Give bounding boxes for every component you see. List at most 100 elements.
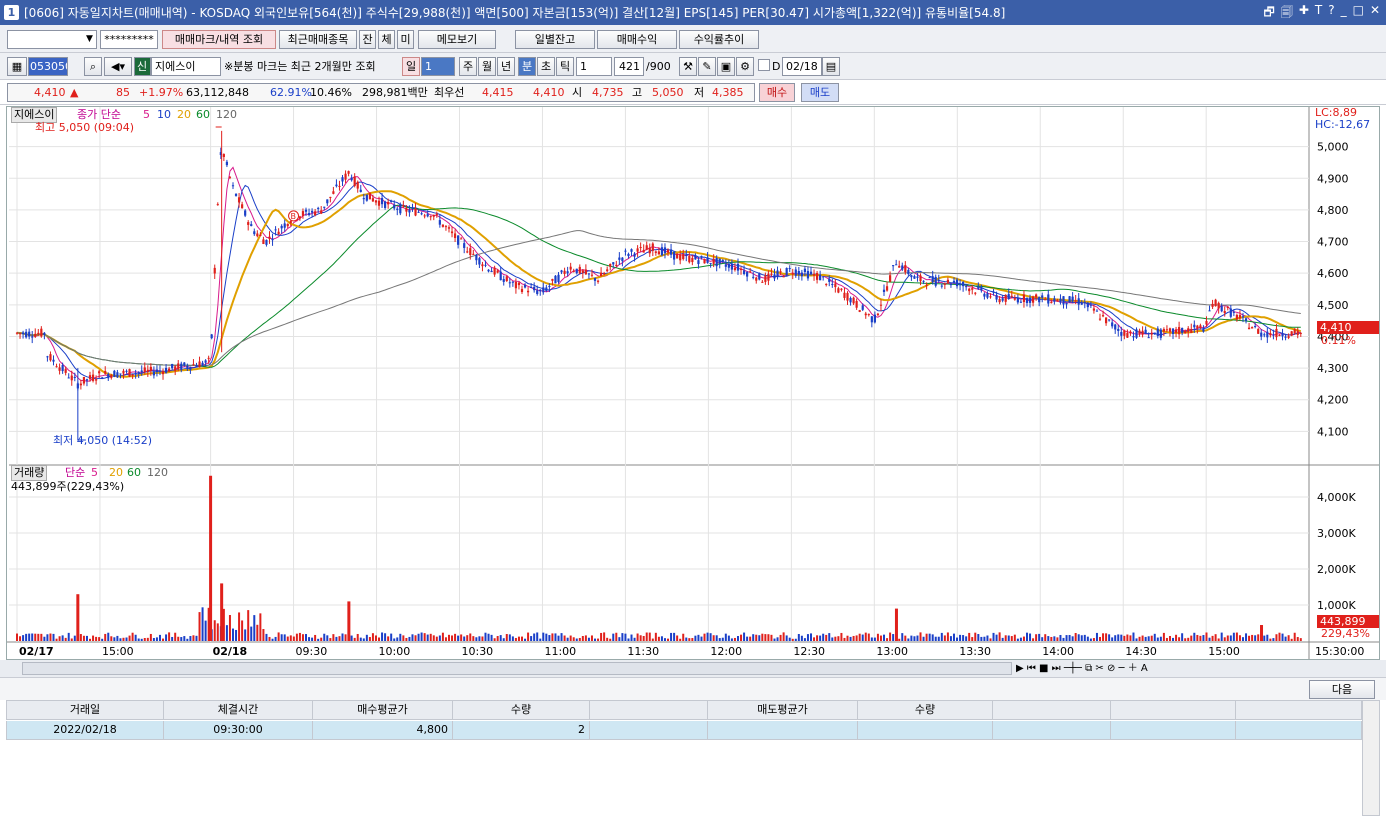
candle-body [450,231,454,234]
candle-body [508,282,511,284]
drawing-icon[interactable]: ✎ [698,57,716,76]
volume-bar [311,637,314,641]
candle-body [557,274,560,282]
candle-body [892,265,895,267]
scroll-play-icons[interactable]: ▶ ⏮ ■ ⏭ ─┼─ ⧉ ✂ ⊘ ─ ＋ A [1016,660,1148,677]
maximize-button[interactable]: □ [1353,3,1364,24]
volume-bar [146,637,149,641]
candle-body [949,283,953,286]
volume-bar [73,635,76,641]
candle-body [785,268,788,276]
daily-balance-button[interactable]: 일별잔고 [515,30,595,49]
volume-bar [922,636,925,641]
candle-body [85,379,89,381]
volume-bar [788,637,791,641]
layout-icon[interactable]: ▦ [7,57,27,76]
volume-bar [636,633,639,641]
unit-select[interactable]: 1 [576,57,612,76]
date-input[interactable]: 02/18 [782,57,822,76]
volume-bar [907,638,910,641]
next-button[interactable]: 다음 [1309,680,1375,699]
stock-name-field[interactable]: 지에스이 [151,57,221,76]
candle-body [283,223,286,228]
trade-profit-button[interactable]: 매매수익 [597,30,677,49]
add-icon[interactable]: ✚ [1299,3,1309,24]
indicator-icon[interactable]: ⚒ [679,57,697,76]
stock-code-input[interactable]: 053050 [28,57,68,76]
volume-bar [174,632,177,641]
candle-body [490,270,493,273]
chevron-down-icon[interactable]: ▼ [86,31,93,48]
volume-bar [730,638,733,641]
chart-svg[interactable]: B 02/17 15:00 02/18 09:30 10:00 10:30 11:00 11:… [7,107,1379,659]
gear-icon[interactable]: ⚙ [736,57,754,76]
volume-bar [22,635,25,641]
candle-body [402,205,405,207]
volume-bar [305,634,308,641]
candle-body [374,200,378,203]
volume-bar [642,636,645,641]
font-icon[interactable]: T [1315,3,1322,24]
restore-icon[interactable]: 🗐 [1281,3,1293,24]
candle-body [916,276,919,278]
candle-body [989,296,992,298]
candle-body [654,251,657,253]
candle-body [612,262,615,265]
date-checkbox[interactable] [758,59,770,71]
memo-button[interactable]: 메모보기 [418,30,496,49]
speaker-icon[interactable]: ◀▾ [104,57,132,76]
chart-scrollbar[interactable] [22,662,1012,675]
save-icon[interactable]: ▣ [717,57,735,76]
day-button[interactable]: 일 [402,57,420,76]
search-icon[interactable]: ⌕ [84,57,102,76]
table-row[interactable]: 2022/02/18 09:30:00 4,800 2 [6,721,1362,740]
volume-bar [1135,638,1138,641]
candle-body [773,274,776,279]
candle-body [435,213,438,215]
candle-body [1287,336,1290,338]
calendar-icon[interactable]: ▤ [822,57,840,76]
volume-bar [1153,633,1156,641]
unexecuted-button[interactable]: 미 [397,30,414,49]
count-input[interactable]: 421 [614,57,644,76]
volume-bar [490,634,493,641]
mark-history-button[interactable]: 매매마크/내역 조회 [162,30,276,49]
sell-button[interactable]: 매도 [801,83,839,102]
return-trend-button[interactable]: 수익률추이 [679,30,759,49]
candle-body [134,372,137,374]
volume-bar [563,635,566,641]
candle-body [882,289,886,293]
month-button[interactable]: 월 [478,57,496,76]
current-volume-pct: 229,43% [1321,627,1370,640]
minute-button[interactable]: 분 [518,57,536,76]
link-icon[interactable]: 🗗 [1264,3,1275,24]
candle-body [885,286,889,291]
week-button[interactable]: 주 [459,57,477,76]
minimize-button[interactable]: _ [1341,3,1347,24]
candle-body [922,280,925,282]
candle-body [256,233,259,237]
password-field[interactable]: ********* [100,30,158,49]
period-select[interactable]: 1 [421,57,455,76]
balance-button[interactable]: 잔 [359,30,376,49]
candle-body [873,314,876,323]
candle-body [840,288,843,290]
candle-body [870,316,873,323]
second-button[interactable]: 초 [537,57,555,76]
x-tick-label: 09:30 [296,645,328,658]
account-select[interactable] [7,30,97,49]
help-icon[interactable]: ? [1328,3,1334,24]
table-scrollbar[interactable] [1362,700,1380,816]
candle-body [1120,332,1123,336]
buy-button[interactable]: 매수 [759,83,795,102]
candle-body [1150,333,1153,335]
candle-body [1275,328,1278,338]
candle-body [1147,337,1150,339]
recent-stocks-button[interactable]: 최근매매종목 [279,30,357,49]
chart-area[interactable]: B 02/17 15:00 02/18 09:30 10:00 10:30 11:00 11:… [6,106,1380,660]
executed-button[interactable]: 체 [378,30,395,49]
volume-bar [779,634,782,641]
close-button[interactable]: ✕ [1370,3,1380,24]
tick-button[interactable]: 틱 [556,57,574,76]
year-button[interactable]: 년 [497,57,515,76]
